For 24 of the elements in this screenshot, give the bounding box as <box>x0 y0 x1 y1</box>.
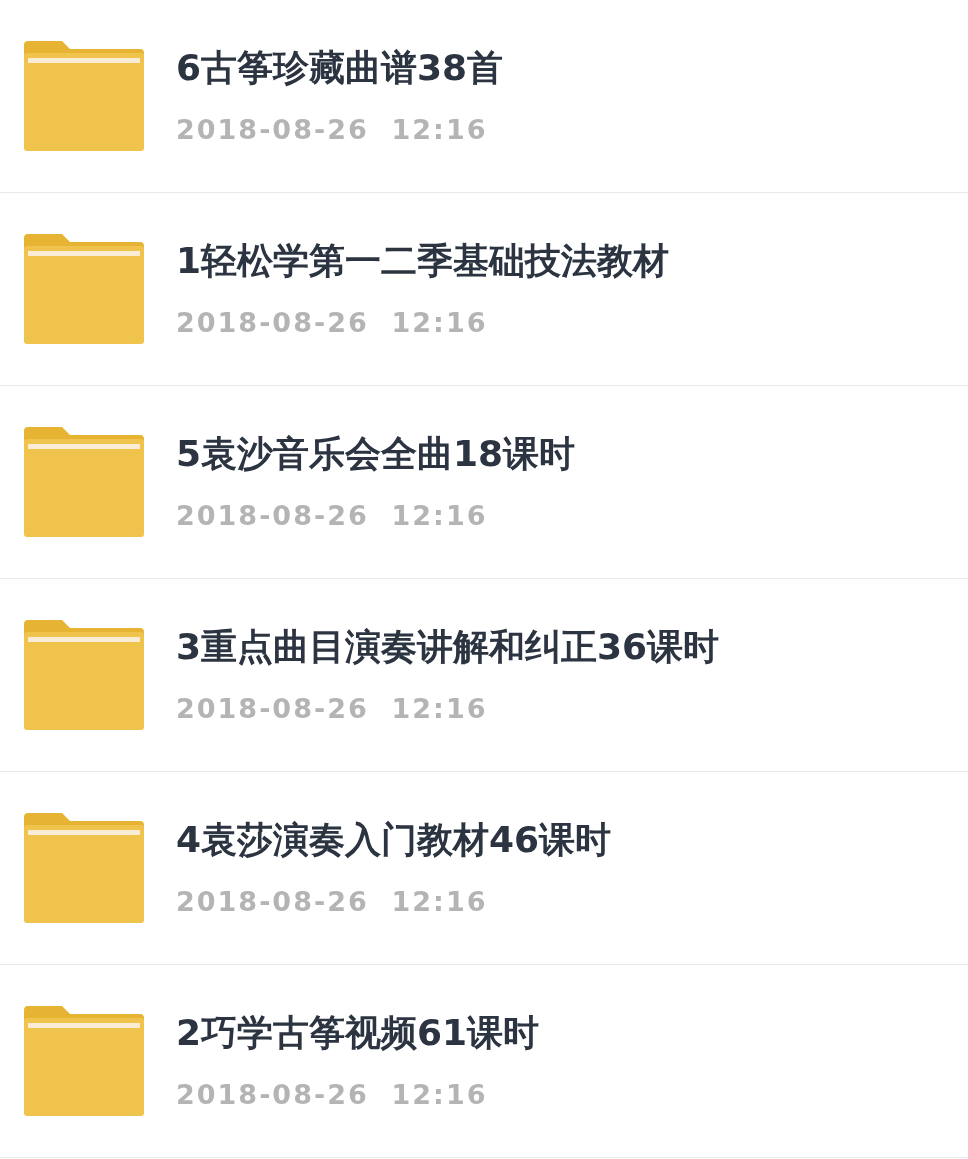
folder-row[interactable]: 6古筝珍藏曲谱38首 2018-08-26 12:16 <box>0 0 968 193</box>
folder-name: 6古筝珍藏曲谱38首 <box>176 46 504 90</box>
folder-icon <box>24 427 144 537</box>
folder-row[interactable]: 4袁莎演奏入门教材46课时 2018-08-26 12:16 <box>0 772 968 965</box>
folder-name: 3重点曲目演奏讲解和纠正36课时 <box>176 625 720 669</box>
folder-name: 4袁莎演奏入门教材46课时 <box>176 818 612 862</box>
folder-icon <box>24 234 144 344</box>
folder-row[interactable]: 3重点曲目演奏讲解和纠正36课时 2018-08-26 12:16 <box>0 579 968 772</box>
modified-date: 2018-08-26 12:16 <box>176 500 489 532</box>
modified-date: 2018-08-26 12:16 <box>176 693 489 725</box>
folder-icon <box>24 813 144 923</box>
folder-icon <box>24 620 144 730</box>
modified-date: 2018-08-26 12:16 <box>176 114 489 146</box>
folder-name: 5袁沙音乐会全曲18课时 <box>176 432 576 476</box>
modified-date: 2018-08-26 12:16 <box>176 1079 489 1111</box>
modified-date: 2018-08-26 12:16 <box>176 886 489 918</box>
folder-row[interactable]: 1轻松学第一二季基础技法教材 2018-08-26 12:16 <box>0 193 968 386</box>
folder-name: 2巧学古筝视频61课时 <box>176 1011 540 1055</box>
modified-date: 2018-08-26 12:16 <box>176 307 489 339</box>
folder-row[interactable]: 2巧学古筝视频61课时 2018-08-26 12:16 <box>0 965 968 1158</box>
folder-icon <box>24 1006 144 1116</box>
folder-row[interactable]: 5袁沙音乐会全曲18课时 2018-08-26 12:16 <box>0 386 968 579</box>
folder-icon <box>24 41 144 151</box>
folder-name: 1轻松学第一二季基础技法教材 <box>176 239 670 283</box>
